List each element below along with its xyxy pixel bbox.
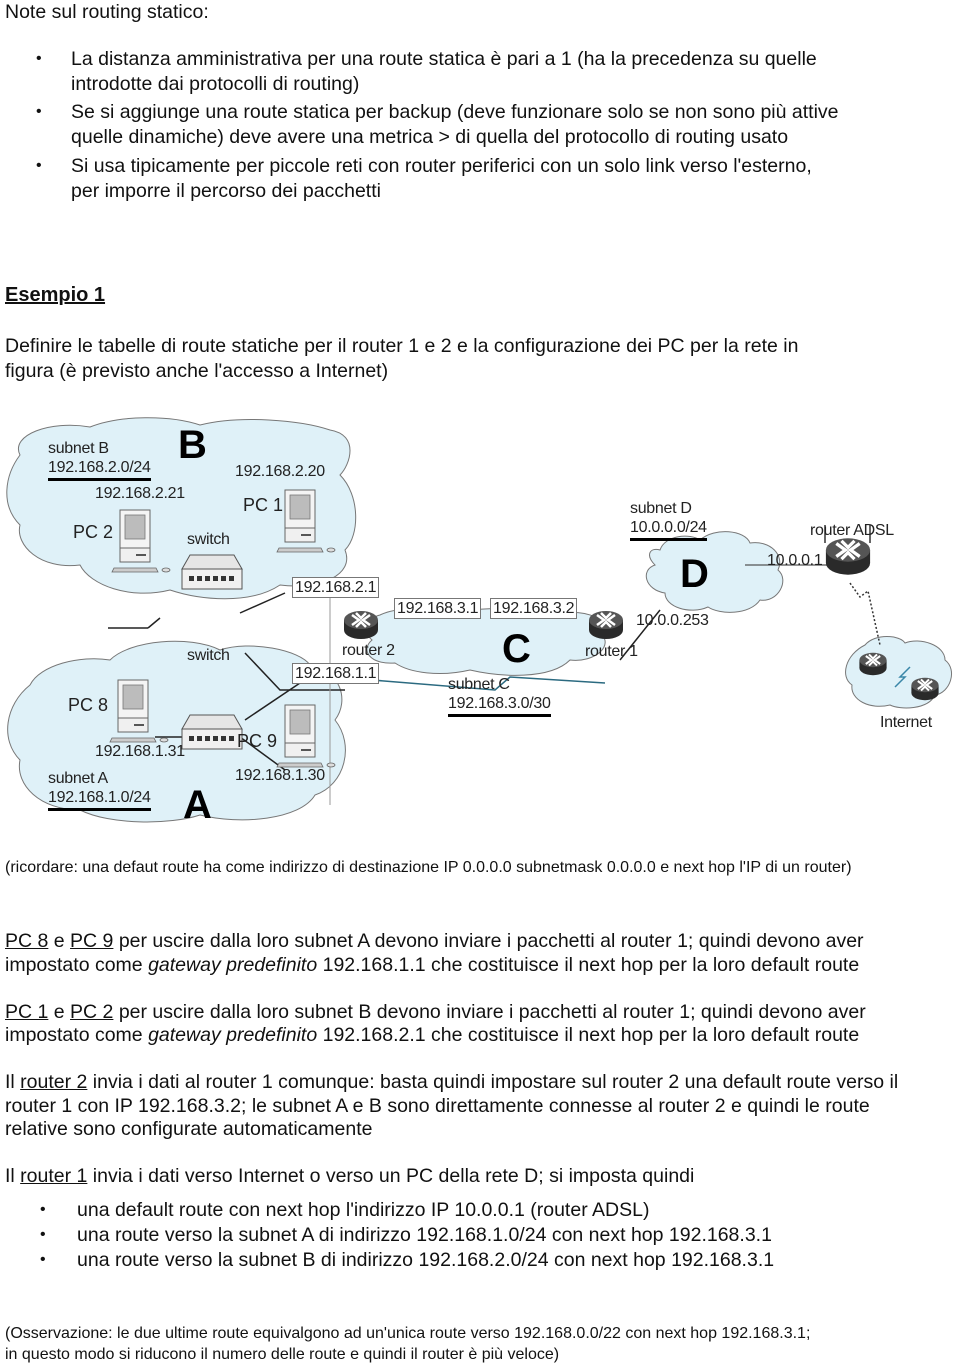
- para-router2-line3: relative sono configurate automaticament…: [5, 1118, 373, 1140]
- router1-label: router 1: [585, 643, 638, 660]
- pc8-ip: 192.168.1.31: [95, 743, 185, 760]
- para-text: Il: [5, 1071, 21, 1093]
- bullet-icon: •: [40, 1201, 46, 1218]
- bullet-icon: •: [36, 103, 42, 120]
- router1-ref: router 1: [20, 1165, 88, 1187]
- subnet-d-ip: 10.0.0.0/24: [630, 519, 707, 541]
- para-subnet-b-line1: PC 1 e PC 2 per uscire dalla loro subnet…: [5, 1000, 866, 1024]
- para-text: Il: [5, 1165, 21, 1187]
- internet-label: Internet: [880, 714, 932, 731]
- router-adsl-icon: [824, 536, 872, 577]
- route-text: una route verso la subnet A di indirizzo…: [77, 1224, 772, 1246]
- para-router1-line1: Il router 1 invia i dati verso Internet …: [5, 1164, 694, 1188]
- subnet-d-letter: D: [680, 552, 709, 596]
- subnet-d-cloud: [645, 531, 784, 613]
- pc9-ip: 192.168.1.30: [235, 767, 325, 784]
- conj: e: [48, 930, 71, 952]
- internet-router-icon: [858, 651, 888, 677]
- internet-router-icon: [910, 676, 940, 702]
- pc2-ref: PC 2: [70, 1001, 114, 1023]
- router1-ip-d: 10.0.0.253: [636, 612, 709, 629]
- example-intro: figura (è previsto anche l'accesso a Int…: [5, 360, 389, 382]
- para-subnet-a-line2: impostato come gateway predefinito 192.1…: [5, 953, 859, 977]
- subnet-c-letter: C: [502, 627, 531, 671]
- observation-line1: (Osservazione: le due ultime route equiv…: [5, 1325, 811, 1342]
- subnet-b-ip: 192.168.2.0/24: [48, 459, 151, 481]
- pc8-label: PC 8: [68, 695, 109, 715]
- pc1-ref: PC 1: [5, 1001, 49, 1023]
- bullet-text: Se si aggiunge una route statica per bac…: [71, 101, 839, 123]
- router-adsl-label: router ADSL: [810, 522, 894, 539]
- pc2-ip: 192.168.2.21: [95, 485, 185, 502]
- router1-icon: [587, 609, 625, 641]
- subnet-d-label: subnet D: [630, 500, 692, 517]
- bullet-text: per imporre il percorso dei pacchetti: [71, 180, 381, 202]
- network-diagram: subnet B 192.168.2.0/24 B 192.168.2.20 1…: [0, 415, 960, 835]
- switch-a-icon: [181, 714, 243, 750]
- subnet-a-letter: A: [183, 783, 212, 827]
- para-router2-line2: router 1 con IP 192.168.3.2; le subnet A…: [5, 1095, 870, 1117]
- bullet-text: Si usa tipicamente per piccole reti con …: [71, 155, 812, 177]
- bullet-icon: •: [40, 1226, 46, 1243]
- pc9-ref: PC 9: [70, 930, 114, 952]
- bullet-icon: •: [36, 157, 42, 174]
- observation-line2: in questo modo si riducono il numero del…: [5, 1346, 560, 1363]
- gateway-term: gateway predefinito: [148, 954, 318, 976]
- bullet-icon: •: [36, 50, 42, 67]
- default-route-reminder: (ricordare: una defaut route ha come ind…: [5, 859, 852, 876]
- subnet-a-ip: 192.168.1.0/24: [48, 789, 151, 811]
- route-text: una default route con next hop l'indiriz…: [77, 1199, 650, 1221]
- para-subnet-a-line1: PC 8 e PC 9 per uscire dalla loro subnet…: [5, 929, 864, 953]
- router2-icon: [342, 609, 380, 641]
- subnet-b-label: subnet B: [48, 440, 109, 457]
- router1-ip-c: 192.168.3.2: [490, 598, 578, 619]
- pc1-ip: 192.168.2.20: [235, 463, 325, 480]
- example-heading: Esempio 1: [5, 284, 106, 306]
- bullet-icon: •: [40, 1251, 46, 1268]
- para-text: per uscire dalla loro subnet B devono in…: [113, 1001, 866, 1023]
- para-text: invia i dati al router 1 comunque: basta…: [87, 1071, 899, 1093]
- conj: e: [48, 1001, 71, 1023]
- bullet-text: La distanza amministrativa per una route…: [71, 48, 817, 70]
- subnet-a-label: subnet A: [48, 770, 108, 787]
- para-subnet-b-line2: impostato come gateway predefinito 192.1…: [5, 1023, 859, 1047]
- router-adsl-ip: 10.0.0.1: [767, 552, 823, 569]
- router2-ip-a: 192.168.1.1: [292, 663, 380, 684]
- subnet-c-label: subnet C: [448, 676, 510, 693]
- gateway-term: gateway predefinito: [148, 1024, 318, 1046]
- pc2-label: PC 2: [73, 522, 114, 542]
- router2-ip-c: 192.168.3.1: [394, 598, 482, 619]
- subnet-b-letter: B: [178, 423, 207, 467]
- switch-b-label: switch: [187, 531, 230, 548]
- pc9-label: PC 9: [237, 731, 278, 751]
- notes-title: Note sul routing statico:: [5, 1, 209, 23]
- pc1-label: PC 1: [243, 495, 284, 515]
- subnet-c-ip: 192.168.3.0/30: [448, 695, 551, 717]
- switch-a-label: switch: [187, 647, 230, 664]
- para-text: invia i dati verso Internet o verso un P…: [87, 1165, 695, 1187]
- para-text: impostato come: [5, 954, 149, 976]
- switch-b-icon: [181, 554, 243, 590]
- para-text: 192.168.2.1 che costituisce il next hop …: [317, 1024, 860, 1046]
- route-text: una route verso la subnet B di indirizzo…: [77, 1249, 775, 1271]
- para-text: per uscire dalla loro subnet A devono in…: [113, 930, 864, 952]
- router2-label: router 2: [342, 642, 395, 659]
- para-router2-line1: Il router 2 invia i dati al router 1 com…: [5, 1070, 898, 1094]
- para-text: impostato come: [5, 1024, 149, 1046]
- router2-ref: router 2: [20, 1071, 88, 1093]
- pc8-ref: PC 8: [5, 930, 49, 952]
- para-text: 192.168.1.1 che costituisce il next hop …: [317, 954, 860, 976]
- example-intro: Definire le tabelle di route statiche pe…: [5, 335, 799, 357]
- bullet-text: quelle dinamiche) deve avere una metrica…: [71, 126, 789, 148]
- router2-ip-b: 192.168.2.1: [292, 577, 380, 598]
- bullet-text: introdotte dai protocolli di routing): [71, 73, 360, 95]
